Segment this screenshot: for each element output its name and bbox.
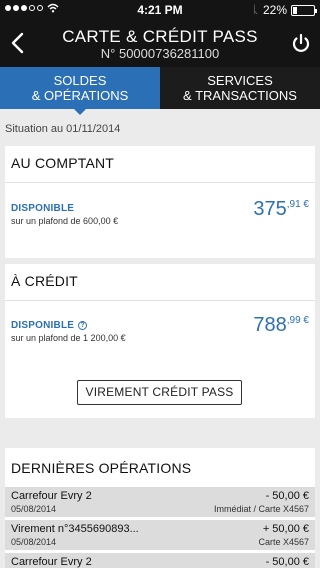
operations-title: DERNIÈRES OPÉRATIONS xyxy=(11,460,192,476)
tab-label-line2: & OPÉRATIONS xyxy=(31,88,129,103)
credit-amount-int: 788 xyxy=(253,314,287,336)
status-bar: 4:21 PM ᚳ 22% xyxy=(0,0,320,20)
operation-date: 05/08/2014 xyxy=(11,537,57,547)
credit-available-label: DISPONIBLE? xyxy=(11,320,88,331)
operation-detail: Immédiat / Carte X4567 xyxy=(213,504,309,514)
comptant-amount-int: 375 xyxy=(253,198,287,220)
tab-label-line2: & TRANSACTIONS xyxy=(183,88,297,103)
comptant-limit: sur un plafond de 600,00 € xyxy=(11,216,119,226)
divider xyxy=(5,300,315,301)
tab-bar: SOLDES & OPÉRATIONS SERVICES & TRANSACTI… xyxy=(0,67,320,115)
credit-amount: 788,99 € xyxy=(253,314,309,337)
comptant-title: AU COMPTANT xyxy=(11,155,115,171)
virement-credit-pass-button[interactable]: VIREMENT CRÉDIT PASS xyxy=(77,380,242,405)
operation-row[interactable]: Carrefour Evry 2 - 50,00 € xyxy=(5,553,315,568)
credit-available-text: DISPONIBLE xyxy=(11,320,75,331)
app-header: CARTE & CRÉDIT PASS N° 50000736281100 xyxy=(0,20,320,67)
operation-row[interactable]: Carrefour Evry 2 05/08/2014 - 50,00 € Im… xyxy=(5,487,315,517)
comptant-card: AU COMPTANT DISPONIBLE sur un plafond de… xyxy=(5,146,315,258)
credit-amount-cents: ,99 € xyxy=(286,315,309,326)
tab-label-line1: SOLDES xyxy=(53,73,107,88)
battery-percent: 22% xyxy=(262,3,287,17)
tab-soldes-operations[interactable]: SOLDES & OPÉRATIONS xyxy=(0,67,160,115)
credit-card: À CRÉDIT DISPONIBLE? sur un plafond de 1… xyxy=(5,264,315,418)
bluetooth-icon: ᚳ xyxy=(252,4,259,16)
operation-label: Carrefour Evry 2 xyxy=(11,556,92,568)
comptant-available-label: DISPONIBLE xyxy=(11,203,75,214)
situation-date: Situation au 01/11/2014 xyxy=(5,123,121,135)
operation-amount: - 50,00 € xyxy=(265,490,309,502)
power-icon[interactable] xyxy=(290,32,312,54)
tab-label-line1: SERVICES xyxy=(207,73,273,88)
operations-card: DERNIÈRES OPÉRATIONS Carrefour Evry 2 05… xyxy=(5,448,315,568)
operation-amount: + 50,00 € xyxy=(262,523,309,535)
info-icon[interactable]: ? xyxy=(78,320,88,330)
active-tab-indicator xyxy=(74,109,86,115)
credit-limit: sur un plafond de 1 200,00 € xyxy=(11,333,126,343)
credit-title: À CRÉDIT xyxy=(11,273,78,289)
divider xyxy=(5,182,315,183)
card-number: N° 50000736281100 xyxy=(100,46,220,61)
operation-detail: Carte X4567 xyxy=(258,537,309,547)
page-title: CARTE & CRÉDIT PASS xyxy=(62,27,258,46)
operation-amount: - 50,00 € xyxy=(265,556,309,568)
operation-label: Virement n°3455690893... xyxy=(11,523,139,535)
operation-date: 05/08/2014 xyxy=(11,504,57,514)
operation-label: Carrefour Evry 2 xyxy=(11,490,92,502)
comptant-amount: 375,91 € xyxy=(253,198,309,221)
battery-icon xyxy=(291,4,317,16)
tab-services-transactions[interactable]: SERVICES & TRANSACTIONS xyxy=(160,67,320,109)
operation-row[interactable]: Virement n°3455690893... 05/08/2014 + 50… xyxy=(5,520,315,550)
comptant-amount-cents: ,91 € xyxy=(286,199,309,210)
